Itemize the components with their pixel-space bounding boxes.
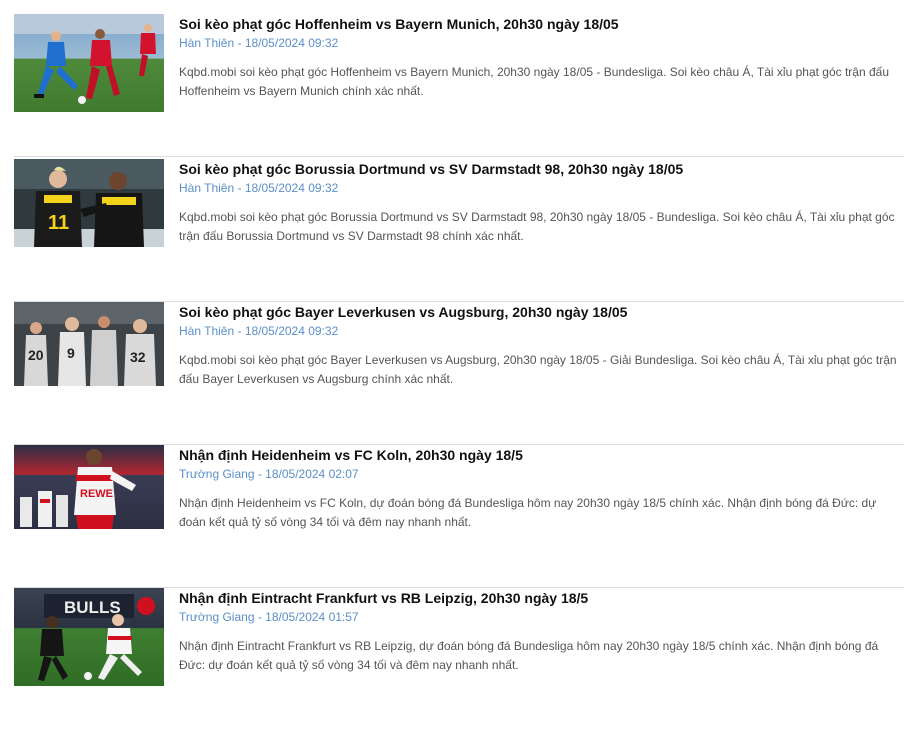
shirt-number: 32: [130, 349, 146, 365]
article-item: BULLS Nhận định Eintracht Frankfurt vs R…: [14, 588, 904, 731]
article-thumbnail[interactable]: BULLS: [14, 588, 164, 686]
article-date: 18/05/2024 09:32: [244, 181, 339, 195]
shirt-number: 11: [48, 212, 69, 234]
article-item: REWE Nhận định Heidenheim vs FC Koln, 20…: [14, 445, 904, 588]
koln-player-photo: REWE: [14, 445, 164, 529]
frankfurt-leipzig-match-photo: BULLS: [14, 588, 164, 686]
article-meta: Hàn Thiên - 18/05/2024 09:32: [179, 181, 339, 195]
article-meta: Hàn Thiên - 18/05/2024 09:32: [179, 36, 339, 50]
banner-text: BULLS: [64, 598, 121, 617]
article-author: Trường Giang: [179, 610, 255, 624]
article-item: 20 9 32 Soi kèo phạt góc Bayer Leverkuse…: [14, 302, 904, 445]
dortmund-players-photo: 11: [14, 159, 164, 247]
article-title[interactable]: Nhận định Heidenheim vs FC Koln, 20h30 n…: [179, 446, 899, 464]
article-thumbnail[interactable]: REWE: [14, 445, 164, 543]
article-excerpt: Nhận định Heidenheim vs FC Koln, dự đoán…: [179, 496, 877, 529]
article-date: 18/05/2024 01:57: [265, 610, 359, 624]
article-item: Soi kèo phạt góc Hoffenheim vs Bayern Mu…: [14, 14, 904, 157]
article-thumbnail[interactable]: 20 9 32: [14, 302, 164, 400]
article-author: Trường Giang: [179, 467, 255, 481]
article-meta: Hàn Thiên - 18/05/2024 09:32: [179, 324, 339, 338]
article-item: 11 Soi kèo phạt góc Borussia Dortmund vs…: [14, 159, 904, 302]
shirt-brand: REWE: [80, 488, 113, 500]
leverkusen-celebration-photo: 20 9 32: [14, 302, 164, 386]
article-excerpt: Kqbd.mobi soi kèo phạt góc Hoffenheim vs…: [179, 65, 890, 98]
article-excerpt: Kqbd.mobi soi kèo phạt góc Borussia Dort…: [179, 210, 895, 243]
article-meta: Trường Giang - 18/05/2024 01:57: [179, 610, 359, 624]
article-excerpt: Kqbd.mobi soi kèo phạt góc Bayer Leverku…: [179, 353, 897, 386]
article-title[interactable]: Soi kèo phạt góc Hoffenheim vs Bayern Mu…: [179, 15, 899, 33]
article-meta: Trường Giang - 18/05/2024 02:07: [179, 467, 359, 481]
shirt-number: 20: [28, 347, 44, 363]
article-thumbnail[interactable]: [14, 14, 164, 112]
article-list: Soi kèo phạt góc Hoffenheim vs Bayern Mu…: [0, 0, 913, 708]
article-date: 18/05/2024 09:32: [244, 36, 339, 50]
hoffenheim-bayern-photo: [14, 14, 164, 112]
article-thumbnail[interactable]: 11: [14, 159, 164, 257]
article-excerpt: Nhận định Eintracht Frankfurt vs RB Leip…: [179, 639, 879, 672]
article-date: 18/05/2024 09:32: [244, 324, 339, 338]
article-title[interactable]: Nhận định Eintracht Frankfurt vs RB Leip…: [179, 589, 899, 607]
article-author: Hàn Thiên: [179, 324, 235, 338]
article-title[interactable]: Soi kèo phạt góc Borussia Dortmund vs SV…: [179, 160, 899, 178]
shirt-number: 9: [67, 345, 75, 361]
article-author: Hàn Thiên: [179, 181, 235, 195]
article-title[interactable]: Soi kèo phạt góc Bayer Leverkusen vs Aug…: [179, 303, 899, 321]
article-author: Hàn Thiên: [179, 36, 235, 50]
article-date: 18/05/2024 02:07: [265, 467, 359, 481]
